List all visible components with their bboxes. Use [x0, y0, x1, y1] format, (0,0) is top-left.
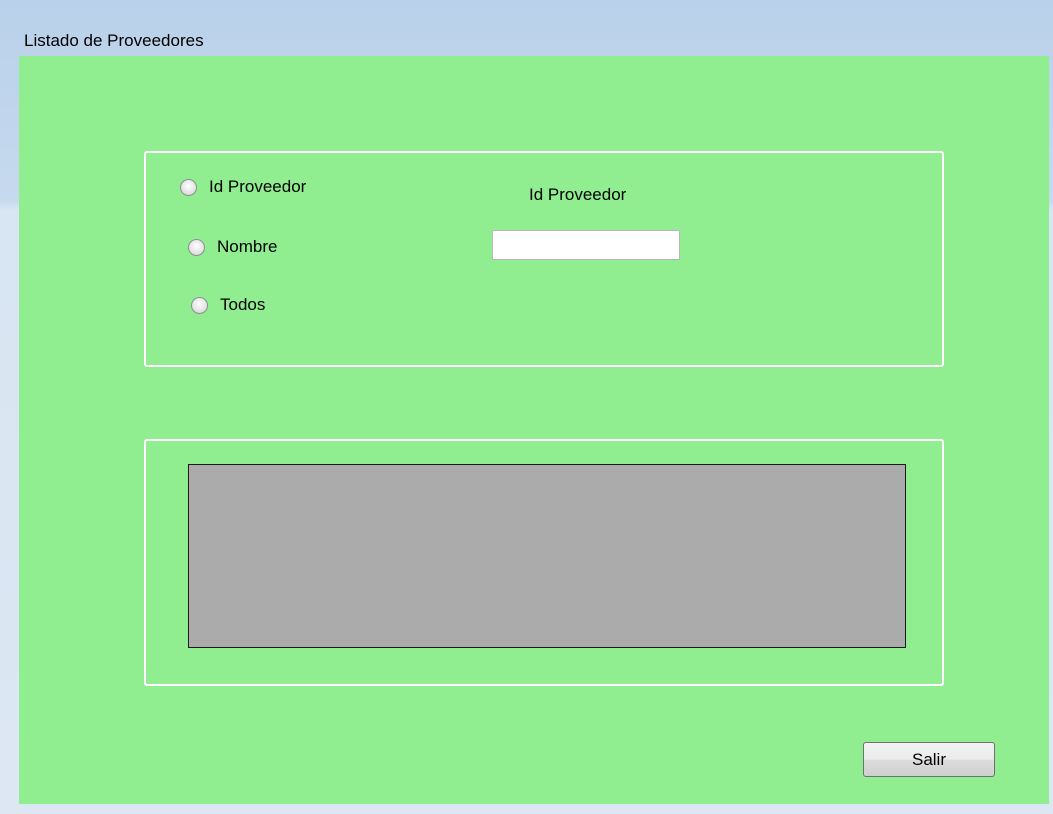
radio-todos[interactable]: Todos — [191, 295, 265, 315]
window-frame: Listado de Proveedores Id Proveedor Nomb… — [0, 0, 1053, 814]
title-bar: Listado de Proveedores — [0, 0, 1053, 56]
id-proveedor-input[interactable] — [492, 230, 680, 260]
radio-nombre[interactable]: Nombre — [188, 237, 277, 257]
radio-button-icon[interactable] — [191, 296, 208, 314]
exit-button[interactable]: Salir — [863, 742, 995, 777]
radio-button-icon[interactable] — [180, 178, 197, 196]
form-client-area: Id Proveedor Nombre Todos Id Proveedor S… — [19, 56, 1049, 804]
suppliers-data-grid[interactable] — [188, 464, 906, 648]
radio-label-id-proveedor: Id Proveedor — [209, 177, 307, 196]
id-proveedor-field-label: Id Proveedor — [529, 185, 627, 204]
radio-id-proveedor[interactable]: Id Proveedor — [180, 177, 306, 197]
window-title: Listado de Proveedores — [24, 31, 204, 50]
radio-label-todos: Todos — [220, 295, 266, 314]
radio-label-nombre: Nombre — [217, 237, 278, 256]
radio-button-icon[interactable] — [188, 238, 205, 256]
